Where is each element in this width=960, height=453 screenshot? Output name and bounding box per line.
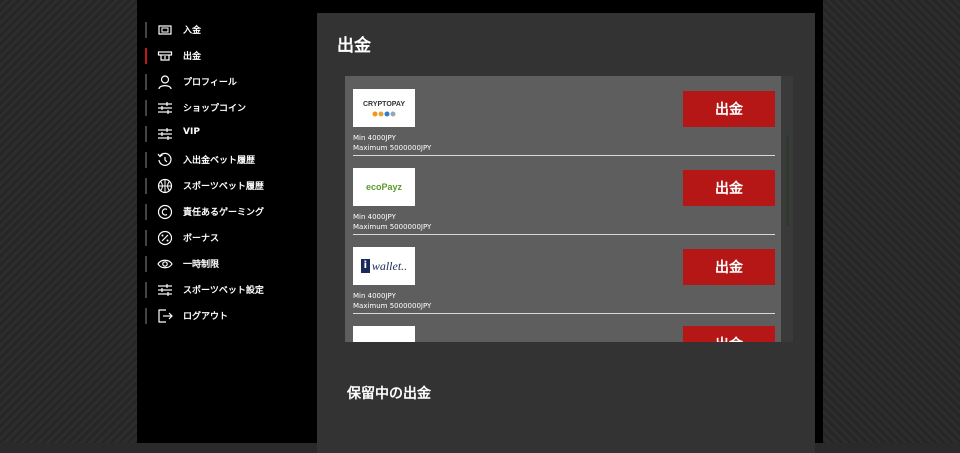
nav-indicator: [145, 178, 147, 194]
sidebar-item-responsible-gaming[interactable]: 責任あるゲーミング: [145, 199, 310, 225]
withdraw-button[interactable]: 出金: [683, 326, 775, 342]
withdraw-panel: 出金 CRYPTOPAY Min 4000JPY Maximum 5000000…: [317, 13, 815, 453]
history-icon: [157, 152, 173, 168]
min-amount: Min 4000JPY: [353, 213, 396, 221]
max-amount: Maximum 5000000JPY: [353, 223, 432, 231]
sidebar-item-label: ボーナス: [183, 234, 220, 244]
min-amount: Min 4000JPY: [353, 134, 396, 142]
ecopayz-logo-text: ecoPayz: [365, 182, 403, 192]
sidebar-item-label: 出金: [183, 52, 202, 62]
scrollbar[interactable]: [781, 76, 793, 342]
sidebar-item-label: プロフィール: [183, 78, 237, 88]
ecopayz-logo: ecoPayz: [353, 168, 415, 206]
nav-indicator: [145, 126, 147, 142]
svg-text:CRYPTOPAY: CRYPTOPAY: [363, 101, 405, 108]
account-sidebar: 入金 出金 プロフィール ショップコイン VIP 入出金ベット履歴 スポーツベッ…: [145, 17, 310, 329]
ball-icon: [157, 178, 173, 194]
min-amount: Min 4000JPY: [353, 292, 396, 300]
nav-indicator: [145, 100, 147, 116]
pending-withdrawals-title: 保留中の出金: [347, 386, 431, 402]
limits-info: Min 4000JPY Maximum 5000000JPY: [353, 133, 431, 153]
nav-indicator-active: [145, 48, 147, 64]
background-texture-right: [823, 0, 960, 443]
sidebar-item-label: 責任あるゲーミング: [183, 208, 265, 218]
payment-method-row: i wallet.. Min 4000JPY Maximum 5000000JP…: [353, 234, 775, 314]
page-title: 出金: [337, 36, 371, 56]
sidebar-item-label: スポーツベット設定: [183, 286, 264, 296]
sidebar-item-vip[interactable]: VIP: [145, 121, 310, 147]
nav-indicator: [145, 282, 147, 298]
sidebar-item-label: VIP: [183, 127, 200, 137]
eye-icon: [157, 256, 173, 272]
max-amount: Maximum 5000000JPY: [353, 144, 432, 152]
nav-indicator: [145, 204, 147, 220]
cryptopay-logo: CRYPTOPAY: [353, 89, 415, 127]
sidebar-item-withdraw[interactable]: 出金: [145, 43, 310, 69]
limits-info: Min 4000JPY Maximum 5000000JPY: [353, 291, 431, 311]
sidebar-item-sportsbet-history[interactable]: スポーツベット履歴: [145, 173, 310, 199]
responsible-gaming-icon: [157, 204, 173, 220]
sidebar-item-label: ショップコイン: [183, 104, 247, 114]
sidebar-item-label: ログアウト: [183, 312, 229, 322]
sidebar-item-profile[interactable]: プロフィール: [145, 69, 310, 95]
withdraw-button[interactable]: 出金: [683, 249, 775, 285]
scrollbar-thumb[interactable]: [786, 136, 789, 226]
sidebar-item-logout[interactable]: ログアウト: [145, 303, 310, 329]
nav-indicator: [145, 22, 147, 38]
withdraw-button[interactable]: 出金: [683, 170, 775, 206]
sidebar-item-label: 入金: [183, 26, 202, 36]
limits-info: Min 4000JPY Maximum 5000000JPY: [353, 212, 431, 232]
background-texture-left: [0, 0, 137, 443]
nav-indicator: [145, 152, 147, 168]
sliders-icon: [157, 126, 173, 142]
sidebar-item-bonus[interactable]: ボーナス: [145, 225, 310, 251]
payment-logo: [353, 326, 415, 342]
payment-method-row: CRYPTOPAY Min 4000JPY Maximum 5000000JPY…: [353, 76, 775, 156]
user-icon: [157, 74, 173, 90]
sliders-icon: [157, 282, 173, 298]
sidebar-item-label: スポーツベット履歴: [183, 182, 264, 192]
logout-icon: [157, 308, 173, 324]
sidebar-item-label: 一時制限: [183, 260, 220, 270]
sliders-icon: [157, 100, 173, 116]
percent-icon: [157, 230, 173, 246]
nav-indicator: [145, 74, 147, 90]
iwallet-i-icon: i: [360, 259, 370, 273]
withdraw-icon: [157, 48, 173, 64]
sidebar-item-temporary-limit[interactable]: 一時制限: [145, 251, 310, 277]
wallet-icon: [157, 22, 173, 38]
max-amount: Maximum 5000000JPY: [353, 302, 432, 310]
sidebar-item-deposit[interactable]: 入金: [145, 17, 310, 43]
sidebar-item-shop-coin[interactable]: ショップコイン: [145, 95, 310, 121]
payment-method-row: ecoPayz Min 4000JPY Maximum 5000000JPY 出…: [353, 155, 775, 235]
sidebar-item-transaction-history[interactable]: 入出金ベット履歴: [145, 147, 310, 173]
nav-indicator: [145, 256, 147, 272]
nav-indicator: [145, 230, 147, 246]
iwallet-logo-text: wallet..: [371, 258, 408, 273]
sidebar-item-sportsbet-settings[interactable]: スポーツベット設定: [145, 277, 310, 303]
withdraw-button[interactable]: 出金: [683, 91, 775, 127]
payment-method-list[interactable]: CRYPTOPAY Min 4000JPY Maximum 5000000JPY…: [345, 76, 793, 342]
sidebar-item-label: 入出金ベット履歴: [183, 156, 256, 166]
nav-indicator: [145, 308, 147, 324]
payment-method-row: 出金: [353, 313, 775, 342]
iwallet-logo: i wallet..: [353, 247, 415, 285]
